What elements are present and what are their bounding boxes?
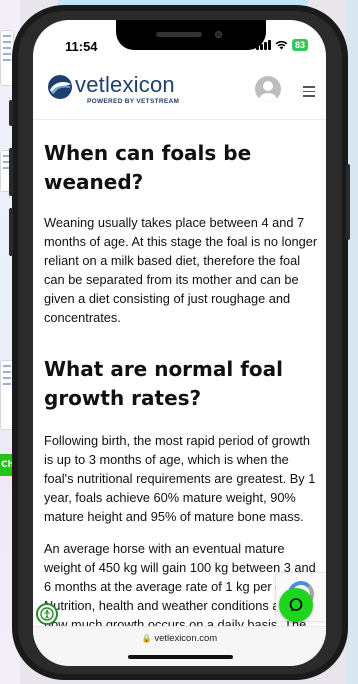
browser-address-bar[interactable]: 🔒 vetlexicon.com: [33, 626, 326, 666]
phone-side-button: [9, 148, 13, 196]
phone-side-button: [346, 164, 350, 240]
heading-growth-rates: What are normal foal growth rates?: [44, 357, 283, 410]
phone-screen: 11:54 83 vetlexicon POWERED BY VETSTREAM…: [33, 20, 326, 666]
hamburger-menu-icon[interactable]: [303, 86, 315, 100]
logo-tagline: POWERED BY VETSTREAM: [87, 98, 180, 105]
accessibility-figure-icon: [40, 607, 54, 621]
phone-side-button: [9, 208, 13, 256]
vetlexicon-logo-icon[interactable]: [47, 74, 73, 100]
paragraph-weaning: Weaning usually takes place between 4 an…: [44, 215, 318, 325]
accessibility-icon[interactable]: [36, 603, 58, 625]
status-icons: 83: [255, 39, 308, 51]
home-indicator[interactable]: [128, 655, 233, 659]
logo-wordmark[interactable]: vetlexicon: [75, 72, 175, 98]
user-avatar-icon[interactable]: [255, 76, 281, 102]
chat-icon: [289, 598, 303, 612]
status-time: 11:54: [65, 39, 98, 54]
site-header: vetlexicon POWERED BY VETSTREAM: [33, 64, 326, 120]
front-camera: [215, 31, 222, 38]
chat-button[interactable]: [279, 588, 313, 622]
phone-side-button: [9, 100, 13, 126]
wifi-icon: [275, 40, 288, 50]
lock-icon: 🔒: [141, 634, 152, 643]
signal-icon: [255, 40, 271, 50]
paragraph-growth-period: Following birth, the most rapid period o…: [44, 433, 316, 524]
battery-icon: 83: [291, 39, 308, 51]
url-text: vetlexicon.com: [154, 633, 218, 644]
heading-weaning: When can foals be weaned?: [44, 141, 252, 194]
notch: [116, 20, 266, 50]
url-display[interactable]: 🔒 vetlexicon.com: [33, 633, 326, 644]
speaker: [156, 32, 202, 37]
